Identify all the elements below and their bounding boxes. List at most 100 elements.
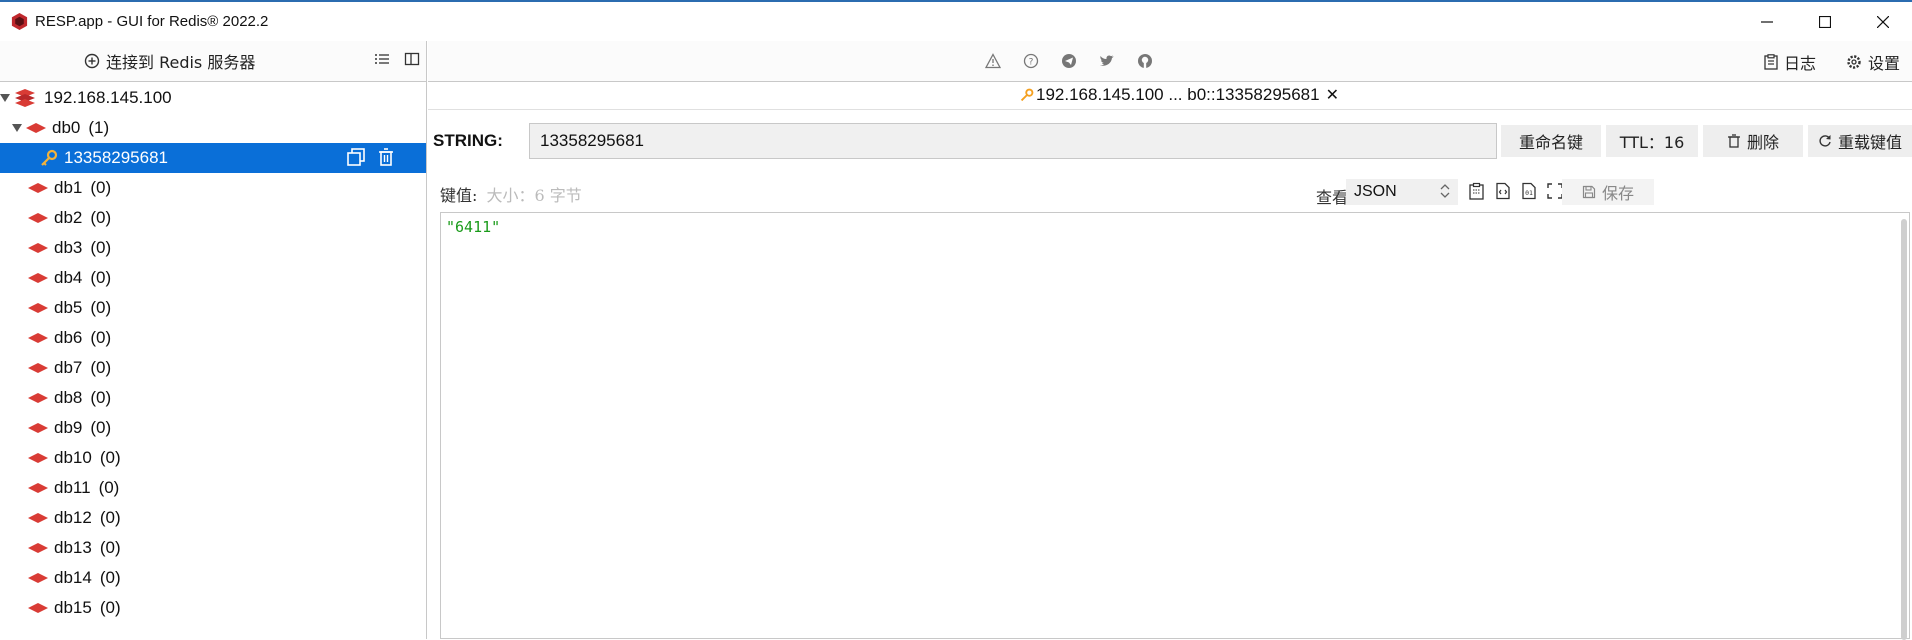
db-name: db7 <box>54 358 83 377</box>
main-toolbar: ? 日志 设置 <box>428 41 1912 82</box>
top-right-actions: 日志 设置 <box>1764 50 1900 74</box>
maximize-icon <box>1819 15 1831 28</box>
settings-label: 设置 <box>1867 54 1900 73</box>
log-label: 日志 <box>1783 54 1816 73</box>
db-key-count: (0) <box>90 208 112 227</box>
gear-icon <box>1847 55 1861 69</box>
view-format-value: JSON <box>1354 183 1397 200</box>
settings-button[interactable]: 设置 <box>1846 50 1900 74</box>
binary-file-icon[interactable]: 01 <box>1520 182 1538 200</box>
app-logo-icon <box>11 12 28 31</box>
db-name: db5 <box>54 298 83 317</box>
warning-icon[interactable] <box>985 53 1001 69</box>
collapse-caret-icon[interactable] <box>0 93 10 103</box>
database-icon <box>28 243 48 253</box>
key-icon <box>1020 88 1034 102</box>
db-node[interactable]: db11 (0) <box>0 473 427 503</box>
connect-to-server-button[interactable]: 连接到 Redis 服务器 <box>84 49 255 73</box>
db-node[interactable]: db2 (0) <box>0 203 427 233</box>
info-icons: ? <box>985 53 1153 69</box>
copy-key-icon[interactable] <box>346 147 366 167</box>
db-node[interactable]: db7 (0) <box>0 353 427 383</box>
database-icon <box>28 333 48 343</box>
save-icon <box>1582 185 1596 199</box>
database-icon <box>28 423 48 433</box>
database-icon <box>26 123 46 133</box>
database-icon <box>28 483 48 493</box>
db-key-count: (0) <box>99 598 121 617</box>
db-name: db0 <box>52 118 81 137</box>
trash-icon[interactable] <box>376 147 396 167</box>
db-name: db15 <box>54 598 92 617</box>
ttl-button[interactable]: TTL：16 <box>1606 125 1698 157</box>
rename-key-button[interactable]: 重命名键 <box>1501 125 1601 157</box>
reload-icon <box>1819 135 1831 147</box>
db-node[interactable]: db5 (0) <box>0 293 427 323</box>
copy-to-clipboard-icon[interactable] <box>1468 182 1486 200</box>
tab-key[interactable]: 192.168.145.100 ... b0::13358295681 ✕ <box>1020 85 1339 105</box>
key-name-field[interactable]: 13358295681 <box>529 123 1497 159</box>
key-node-selected[interactable]: 13358295681 <box>0 143 426 173</box>
value-size: 大小：6 字节 <box>486 186 582 205</box>
db-name: db11 <box>54 478 91 497</box>
db-node[interactable]: db13 (0) <box>0 533 427 563</box>
github-icon[interactable] <box>1137 53 1153 69</box>
database-icon <box>28 183 48 193</box>
window-title: RESP.app - GUI for Redis® 2022.2 <box>35 13 269 30</box>
tab-close-button[interactable]: ✕ <box>1326 85 1339 105</box>
value-content[interactable]: "6411" <box>446 218 500 236</box>
db-name: db9 <box>54 418 83 437</box>
help-icon[interactable]: ? <box>1023 53 1039 69</box>
save-label: 保存 <box>1601 184 1634 203</box>
db-key-count: (1) <box>88 118 110 137</box>
reload-key-button[interactable]: 重载键值 <box>1808 125 1912 157</box>
close-icon <box>1877 15 1889 28</box>
collapse-caret-icon[interactable] <box>12 123 22 133</box>
connections-panel: 连接到 Redis 服务器 192.168.145.100 db0 (1) 13… <box>0 41 427 639</box>
maximize-button[interactable] <box>1796 2 1854 41</box>
db-node[interactable]: db14 (0) <box>0 563 427 593</box>
key-type-label: STRING: <box>433 131 503 150</box>
db-node[interactable]: db9 (0) <box>0 413 427 443</box>
code-file-icon[interactable] <box>1494 182 1512 200</box>
key-row-actions <box>346 147 396 167</box>
log-button[interactable]: 日志 <box>1764 50 1816 74</box>
editor-scrollbar[interactable] <box>1901 219 1907 640</box>
add-circle-icon <box>84 53 100 69</box>
value-toolbar: 键值: 大小：6 字节 查看 JSON 01 保存 <box>428 176 1912 207</box>
key-info-row: STRING: 13358295681 重命名键 TTL：16 删除 重载键值 <box>428 121 1912 161</box>
db-node[interactable]: db10 (0) <box>0 443 427 473</box>
value-label: 键值: <box>440 186 478 205</box>
db-node-db0[interactable]: db0 (1) <box>0 113 427 143</box>
db-node[interactable]: db15 (0) <box>0 593 427 623</box>
clipboard-log-icon <box>1764 54 1778 70</box>
value-editor[interactable]: "6411" <box>440 212 1910 640</box>
split-panel-icon[interactable] <box>404 51 420 67</box>
connection-tree: 192.168.145.100 db0 (1) 13358295681 db1 … <box>0 83 427 623</box>
key-icon <box>41 149 58 166</box>
db-name: db13 <box>54 538 92 557</box>
server-node[interactable]: 192.168.145.100 <box>0 83 427 113</box>
save-button[interactable]: 保存 <box>1562 179 1654 205</box>
view-format-select[interactable]: JSON <box>1346 179 1458 205</box>
db-name: db14 <box>54 568 92 587</box>
telegram-icon[interactable] <box>1061 53 1077 69</box>
window-controls <box>1738 2 1912 41</box>
db-name: db4 <box>54 268 83 287</box>
db-node[interactable]: db12 (0) <box>0 503 427 533</box>
twitter-icon[interactable] <box>1099 53 1115 69</box>
minimize-button[interactable] <box>1738 2 1796 41</box>
close-window-button[interactable] <box>1854 2 1912 41</box>
db-node[interactable]: db4 (0) <box>0 263 427 293</box>
db-key-count: (0) <box>90 298 112 317</box>
key-detail-panel: ? 日志 设置 192.168.145.100 ... b0::13358295… <box>428 41 1912 640</box>
db-node[interactable]: db6 (0) <box>0 323 427 353</box>
trash-icon <box>1727 134 1740 148</box>
list-icon[interactable] <box>374 51 390 67</box>
delete-key-button[interactable]: 删除 <box>1703 125 1803 157</box>
db-key-count: (0) <box>99 568 121 587</box>
db-node[interactable]: db8 (0) <box>0 383 427 413</box>
db-name: db8 <box>54 388 83 407</box>
db-node[interactable]: db3 (0) <box>0 233 427 263</box>
db-node[interactable]: db1 (0) <box>0 173 427 203</box>
